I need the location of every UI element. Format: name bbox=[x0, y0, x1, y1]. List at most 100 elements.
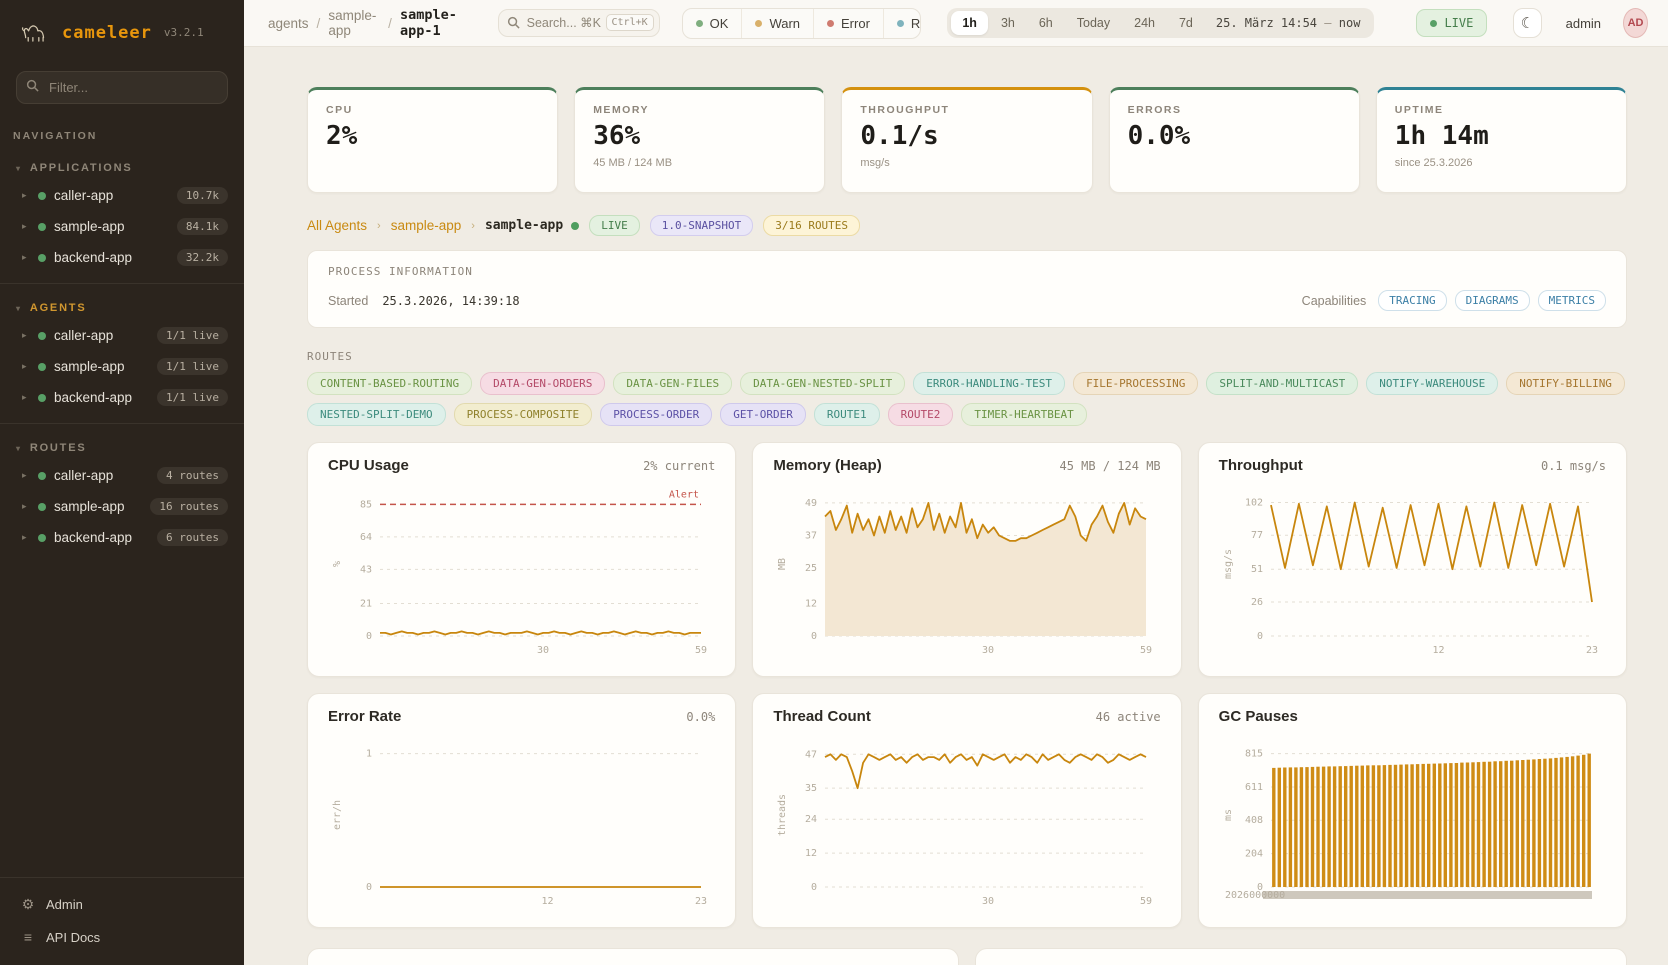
capabilities: Capabilities TRACINGDIAGRAMSMETRICS bbox=[1302, 290, 1606, 311]
svg-text:35: 35 bbox=[805, 783, 817, 794]
route-tag-process-composite[interactable]: PROCESS-COMPOSITE bbox=[454, 403, 593, 426]
route-tag-notify-warehouse[interactable]: NOTIFY-WAREHOUSE bbox=[1366, 372, 1498, 395]
route-tag-timer-heartbeat[interactable]: TIMER-HEARTBEAT bbox=[961, 403, 1086, 426]
svg-text:12: 12 bbox=[542, 896, 554, 907]
avatar[interactable]: AD bbox=[1623, 8, 1648, 38]
sidebar-item-backend-app[interactable]: ▸backend-app6 routes bbox=[0, 522, 244, 553]
time-range-24h[interactable]: 24h bbox=[1123, 11, 1166, 35]
time-range-3h[interactable]: 3h bbox=[990, 11, 1026, 35]
chart-title: CPU Usage bbox=[328, 457, 409, 474]
breadcrumb-sample-app[interactable]: sample-app bbox=[328, 8, 380, 38]
sidebar-filter bbox=[16, 71, 228, 104]
capability-pills: TRACINGDIAGRAMSMETRICS bbox=[1378, 290, 1606, 311]
route-tag-file-processing[interactable]: FILE-PROCESSING bbox=[1073, 372, 1198, 395]
sidebar-item-sample-app[interactable]: ▸sample-app1/1 live bbox=[0, 351, 244, 382]
sidebar-item-sample-app[interactable]: ▸sample-app16 routes bbox=[0, 491, 244, 522]
live-toggle-button[interactable]: LIVE bbox=[1416, 9, 1487, 37]
breadcrumb-agents[interactable]: agents bbox=[268, 16, 309, 31]
breadcrumb-separator: / bbox=[388, 16, 392, 31]
route-tag-error-handling-test[interactable]: ERROR-HANDLING-TEST bbox=[913, 372, 1065, 395]
svg-text:threads: threads bbox=[777, 794, 788, 836]
stat-value: 36% bbox=[593, 121, 806, 151]
route-tag-notify-billing[interactable]: NOTIFY-BILLING bbox=[1506, 372, 1625, 395]
sidebar-section: ▾APPLICATIONS▸caller-app10.7k ▸ sample-app… bbox=[0, 146, 244, 273]
chart-header: Error Rate0.0% bbox=[328, 708, 715, 725]
status-filter-group: OK WarnError Running bbox=[682, 8, 922, 39]
chart-card-cpu-usage: CPU Usage 2% current 021436485%Alert3059 bbox=[307, 442, 736, 677]
route-tag-nested-split-demo[interactable]: NESTED-SPLIT-DEMO bbox=[307, 403, 446, 426]
chart-info: 0.0% bbox=[686, 710, 715, 724]
time-range-7d[interactable]: 7d bbox=[1168, 11, 1204, 35]
chevron-down-icon: ▾ bbox=[16, 444, 22, 453]
application-log-panel: APPLICATION LOG AllWarningsErrors bbox=[307, 948, 959, 965]
route-tag-content-based-routing[interactable]: CONTENT-BASED-ROUTING bbox=[307, 372, 472, 395]
filter-input[interactable] bbox=[16, 71, 228, 104]
status-dot-icon bbox=[38, 503, 46, 511]
time-range-label[interactable]: 25. März 14:54 – now bbox=[1206, 16, 1371, 30]
chevron-right-icon: ▸ bbox=[22, 221, 30, 232]
all-agents-link[interactable]: All Agents bbox=[307, 218, 367, 233]
svg-text:12: 12 bbox=[805, 848, 817, 859]
time-range-1h[interactable]: 1h bbox=[951, 11, 988, 35]
route-tag-route2[interactable]: ROUTE2 bbox=[888, 403, 954, 426]
chart-card-memory-heap-: Memory (Heap)45 MB / 124 MB012253749MB30… bbox=[752, 442, 1181, 677]
sidebar-item-badge: 1/1 live bbox=[157, 358, 228, 375]
status-filter-warn[interactable]: Warn bbox=[742, 9, 814, 38]
route-tag-split-and-multicast[interactable]: SPLIT-AND-MULTICAST bbox=[1206, 372, 1358, 395]
svg-text:102: 102 bbox=[1245, 497, 1263, 508]
chevron-right-icon: ▸ bbox=[22, 532, 30, 543]
time-range-6h[interactable]: 6h bbox=[1028, 11, 1064, 35]
sidebar-item-label: sample-app bbox=[54, 219, 169, 234]
route-tag-data-gen-files[interactable]: DATA-GEN-FILES bbox=[613, 372, 732, 395]
dark-mode-button[interactable]: ☾ bbox=[1513, 8, 1541, 38]
route-tag-data-gen-nested-split[interactable]: DATA-GEN-NESTED-SPLIT bbox=[740, 372, 905, 395]
sidebar-section-header-applications[interactable]: ▾APPLICATIONS bbox=[0, 154, 244, 180]
svg-text:49: 49 bbox=[805, 498, 817, 509]
sidebar-section-label: ROUTES bbox=[30, 442, 87, 454]
svg-text:msg/s: msg/s bbox=[1223, 549, 1234, 579]
footer-item-admin[interactable]: ⚙Admin bbox=[0, 888, 244, 921]
route-tag-get-order[interactable]: GET-ORDER bbox=[720, 403, 806, 426]
svg-text:47: 47 bbox=[805, 749, 817, 760]
status-filter-running[interactable]: Running bbox=[884, 9, 921, 38]
agent-group-link[interactable]: sample-app bbox=[391, 218, 462, 233]
chart-card-thread-count: Thread Count46 active012243547threads305… bbox=[752, 693, 1181, 928]
route-tag-process-order[interactable]: PROCESS-ORDER bbox=[600, 403, 712, 426]
logo[interactable]: cameleer v3.2.1 bbox=[0, 0, 244, 61]
svg-text:24: 24 bbox=[805, 814, 817, 825]
chart-info: 2% current bbox=[643, 459, 715, 473]
time-range-today[interactable]: Today bbox=[1066, 11, 1121, 35]
status-filter-label: Running bbox=[911, 16, 921, 31]
capability-pill-tracing: TRACING bbox=[1378, 290, 1446, 311]
sidebar-item-backend-app[interactable]: ▸backend-app1/1 live bbox=[0, 382, 244, 413]
route-tag-route1[interactable]: ROUTE1 bbox=[814, 403, 880, 426]
time-range-group: 1h3h6hToday24h7d 25. März 14:54 – now bbox=[947, 8, 1374, 38]
chart-info: 45 MB / 124 MB bbox=[1060, 459, 1161, 473]
sidebar-section-header-agents[interactable]: ▾AGENTS bbox=[0, 294, 244, 320]
chart-plot-area: 021436485%Alert3059 bbox=[328, 478, 715, 656]
status-dot-icon bbox=[827, 20, 834, 27]
chart-svg: 0265177102msg/s1223 bbox=[1219, 478, 1606, 656]
process-information-panel: PROCESS INFORMATION Started 25.3.2026, 1… bbox=[307, 250, 1627, 328]
gear-icon: ⚙ bbox=[20, 896, 36, 913]
status-filter-error[interactable]: Error bbox=[814, 9, 884, 38]
sidebar-item-caller-app[interactable]: ▸caller-app1/1 live bbox=[0, 320, 244, 351]
stat-card-throughput: THROUGHPUT0.1/smsg/s bbox=[841, 87, 1092, 193]
status-filter-label: OK bbox=[710, 16, 729, 31]
sidebar-item-caller-app[interactable]: ▸caller-app4 routes bbox=[0, 460, 244, 491]
search-icon bbox=[26, 79, 39, 97]
sidebar-item-caller-app[interactable]: ▸caller-app10.7k bbox=[0, 180, 244, 211]
live-dot-icon bbox=[1430, 20, 1437, 27]
status-dot-icon bbox=[38, 534, 46, 542]
routes-count-badge: 3/16 ROUTES bbox=[763, 215, 860, 236]
sidebar-section-header-routes[interactable]: ▾ ROUTES bbox=[0, 434, 244, 460]
status-filter-ok[interactable]: OK bbox=[683, 9, 743, 38]
sidebar-item-sample-app[interactable]: ▸sample-app84.1k bbox=[0, 211, 244, 242]
svg-text:0: 0 bbox=[366, 882, 372, 893]
route-tag-data-gen-orders[interactable]: DATA-GEN-ORDERS bbox=[480, 372, 605, 395]
svg-text:30: 30 bbox=[982, 645, 994, 656]
footer-item-api-docs[interactable]: ≡API Docs bbox=[0, 921, 244, 953]
stat-subtext: 45 MB / 124 MB bbox=[593, 157, 806, 169]
svg-text:0: 0 bbox=[1257, 631, 1263, 642]
sidebar-item-backend-app[interactable]: ▸backend-app32.2k bbox=[0, 242, 244, 273]
